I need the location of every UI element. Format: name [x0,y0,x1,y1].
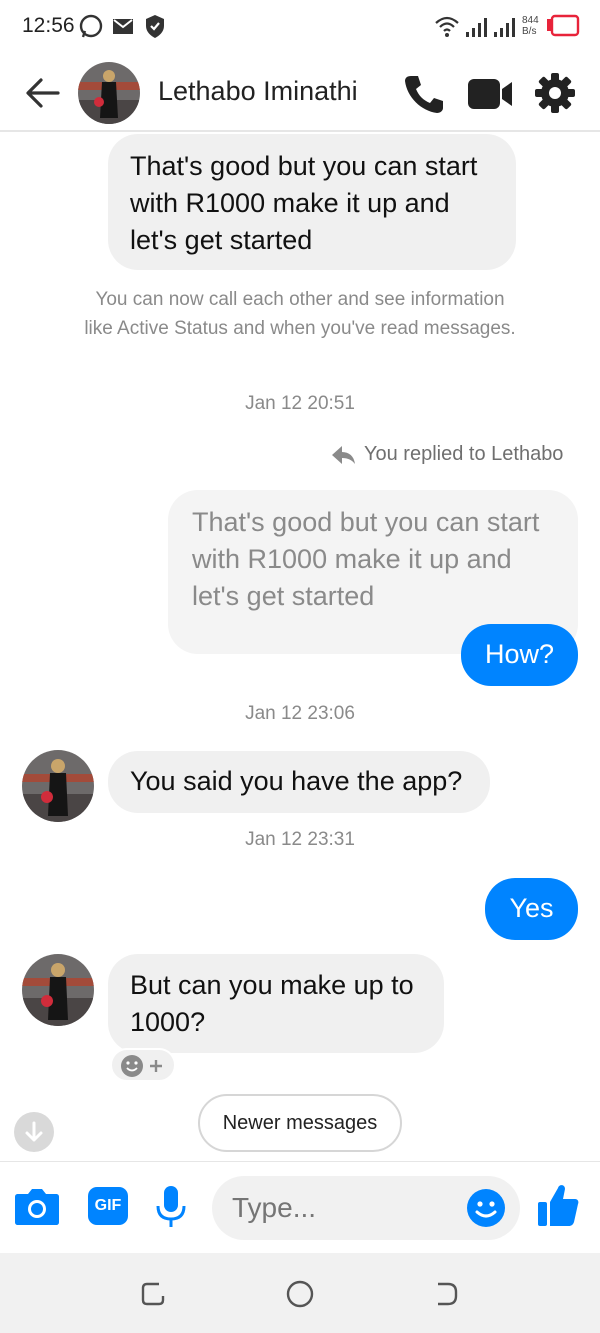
message-input-container [212,1176,520,1240]
battery-icon [547,14,580,37]
video-call-icon[interactable] [466,74,514,114]
microphone-icon[interactable] [155,1184,187,1230]
incoming-message-bubble[interactable]: That's good but you can start with R1000… [108,134,516,270]
back-arrow-icon[interactable] [24,74,62,112]
network-speed-unit: B/s [522,26,537,37]
thumbs-up-icon[interactable] [536,1182,580,1228]
timestamp: Jan 12 23:31 [245,829,355,850]
home-icon[interactable] [285,1279,315,1309]
status-time: 12:56 [22,14,75,37]
emoji-icon[interactable] [466,1188,506,1228]
incoming-message-bubble[interactable]: But can you make up to 1000? [108,954,444,1053]
arrow-down-icon [25,1121,43,1142]
reply-indicator: You replied to Lethabo [330,443,580,469]
camera-icon[interactable] [14,1186,60,1226]
signal-icon-2 [494,18,515,37]
system-notice: You can now call each other and see info… [84,289,516,339]
signal-icon-1 [466,18,487,37]
smiley-plus-icon [121,1055,162,1077]
timestamp: Jan 12 20:51 [245,393,355,414]
system-nav-bar [0,1253,600,1333]
message-input[interactable] [232,1186,462,1230]
gif-button[interactable]: GIF [88,1187,128,1225]
wifi-icon [435,16,459,37]
shield-icon [146,15,164,38]
conversation-header: Lethabo Iminathi [0,56,600,132]
reply-label: You replied to Lethabo [364,443,564,465]
newer-messages-button[interactable]: Newer messages [198,1094,402,1152]
mail-icon [113,19,133,34]
recents-icon[interactable] [139,1280,167,1308]
reply-arrow-icon [332,446,355,464]
whatsapp-icon [79,14,103,38]
settings-gear-icon[interactable] [534,72,576,114]
back-nav-icon[interactable] [432,1280,460,1308]
sender-avatar[interactable] [22,954,94,1026]
sender-avatar[interactable] [22,750,94,822]
contact-avatar[interactable] [78,62,140,124]
incoming-message-bubble[interactable]: You said you have the app? [108,751,490,813]
phone-call-icon[interactable] [402,72,446,116]
contact-name[interactable]: Lethabo Iminathi [158,76,358,107]
outgoing-message-bubble[interactable]: Yes [485,878,578,940]
outgoing-message-bubble[interactable]: How? [461,624,578,686]
scroll-down-button[interactable] [14,1112,54,1152]
timestamp: Jan 12 23:06 [245,703,355,724]
message-composer: GIF [0,1161,600,1253]
network-speed-value: 844 [522,15,539,26]
status-bar: 12:56 844 B/s [0,0,600,56]
add-reaction-button[interactable] [110,1048,176,1082]
